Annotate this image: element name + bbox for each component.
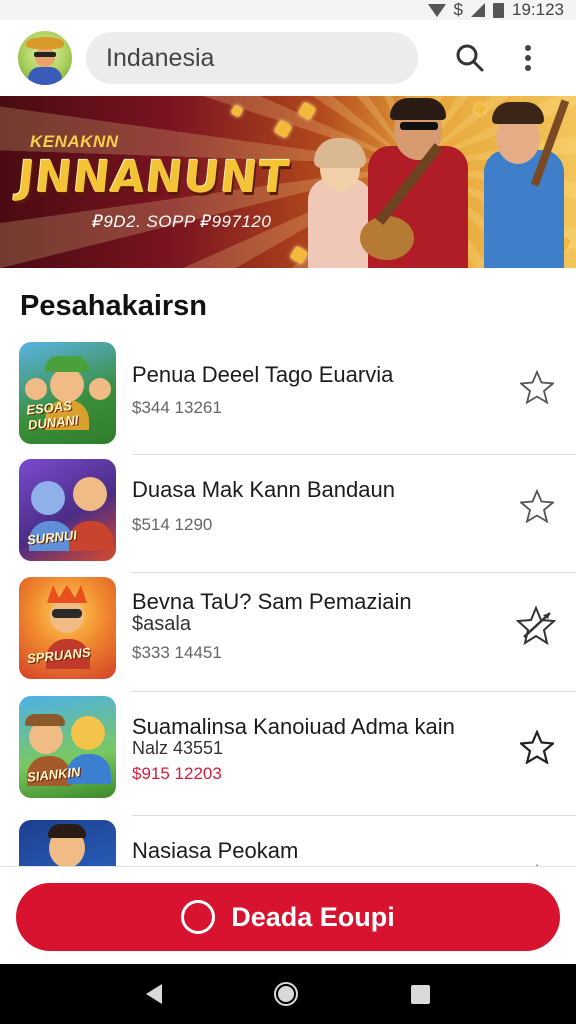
item-subtitle: $asala <box>132 613 191 635</box>
item-title: Duasa Mak Kann Bandaun <box>132 477 395 502</box>
banner-title: JNNANUNT <box>15 152 293 203</box>
search-icon <box>456 44 484 72</box>
item-thumbnail: SIANKIN <box>19 696 116 798</box>
primary-cta-label: Deada Eoupi <box>231 901 395 932</box>
recent-apps-icon[interactable] <box>410 984 430 1004</box>
star-outline-icon[interactable] <box>520 730 554 764</box>
section-title: Pesahakairsn <box>20 290 208 322</box>
item-price: $514 1290 <box>132 515 213 534</box>
item-price: $333 14451 <box>132 643 222 662</box>
item-thumbnail: SURNUI <box>19 459 116 561</box>
status-time: 19:123 <box>512 0 564 19</box>
promo-banner[interactable]: KENAKNN JNNANUNT ₽9D2. SOPP ₽997120 <box>0 96 576 268</box>
home-icon[interactable] <box>274 982 299 1006</box>
banner-character-man <box>474 96 574 268</box>
item-subtitle: Nalz 43551 <box>132 738 224 758</box>
item-title: Suamalinsa Kanoiuad Adma kain <box>132 714 455 739</box>
status-dollar: $ <box>453 0 463 19</box>
back-icon[interactable] <box>146 984 163 1004</box>
battery-icon <box>493 2 504 18</box>
top-app-bar: Indanesia <box>0 20 576 96</box>
item-title: Nasiasa Peokam <box>132 838 299 863</box>
list-item[interactable]: SIANKIN Suamalinsa Kanoiuad Adma kain Na… <box>0 692 576 816</box>
star-favorite-icon[interactable] <box>516 605 556 645</box>
system-navigation-bar <box>0 964 576 1024</box>
more-vertical-icon <box>525 45 531 71</box>
list-item[interactable]: SURNUI Duasa Mak Kann Bandaun $514 1290 <box>0 455 576 573</box>
list-item[interactable]: ESOAS DUNANI Penua Deeel Tago Euarvia $3… <box>0 338 576 455</box>
item-title: Bevna TaU? Sam Pemaziain <box>132 589 412 614</box>
circle-icon <box>181 900 216 934</box>
bottom-action-bar: Deada Eoupi <box>0 866 576 964</box>
more-options-button[interactable] <box>506 36 550 80</box>
wifi-icon <box>427 3 446 17</box>
star-outline-icon[interactable] <box>520 370 554 404</box>
item-price: $915 12203 <box>132 764 222 783</box>
search-input[interactable]: Indanesia <box>86 32 418 84</box>
item-thumbnail: SPRUANS <box>19 577 116 679</box>
item-list: ESOAS DUNANI Penua Deeel Tago Euarvia $3… <box>0 338 576 876</box>
list-item[interactable]: SPRUANS Bevna TaU? Sam Pemaziain $asala … <box>0 573 576 692</box>
signal-icon <box>471 3 485 17</box>
banner-kicker: KENAKNN <box>30 132 119 151</box>
search-button[interactable] <box>448 36 492 80</box>
item-price: $344 13261 <box>132 398 222 417</box>
item-title: Penua Deeel Tago Euarvia <box>132 362 394 387</box>
banner-character-guitarist <box>352 96 484 268</box>
avatar[interactable] <box>18 31 72 85</box>
item-thumbnail: ESOAS DUNANI <box>19 342 116 444</box>
primary-cta-button[interactable]: Deada Eoupi <box>16 883 560 951</box>
banner-subtitle: ₽9D2. SOPP ₽997120 <box>92 212 272 231</box>
star-outline-icon[interactable] <box>520 489 554 523</box>
search-input-value: Indanesia <box>106 43 215 72</box>
status-bar: $ 19:123 <box>0 0 576 20</box>
